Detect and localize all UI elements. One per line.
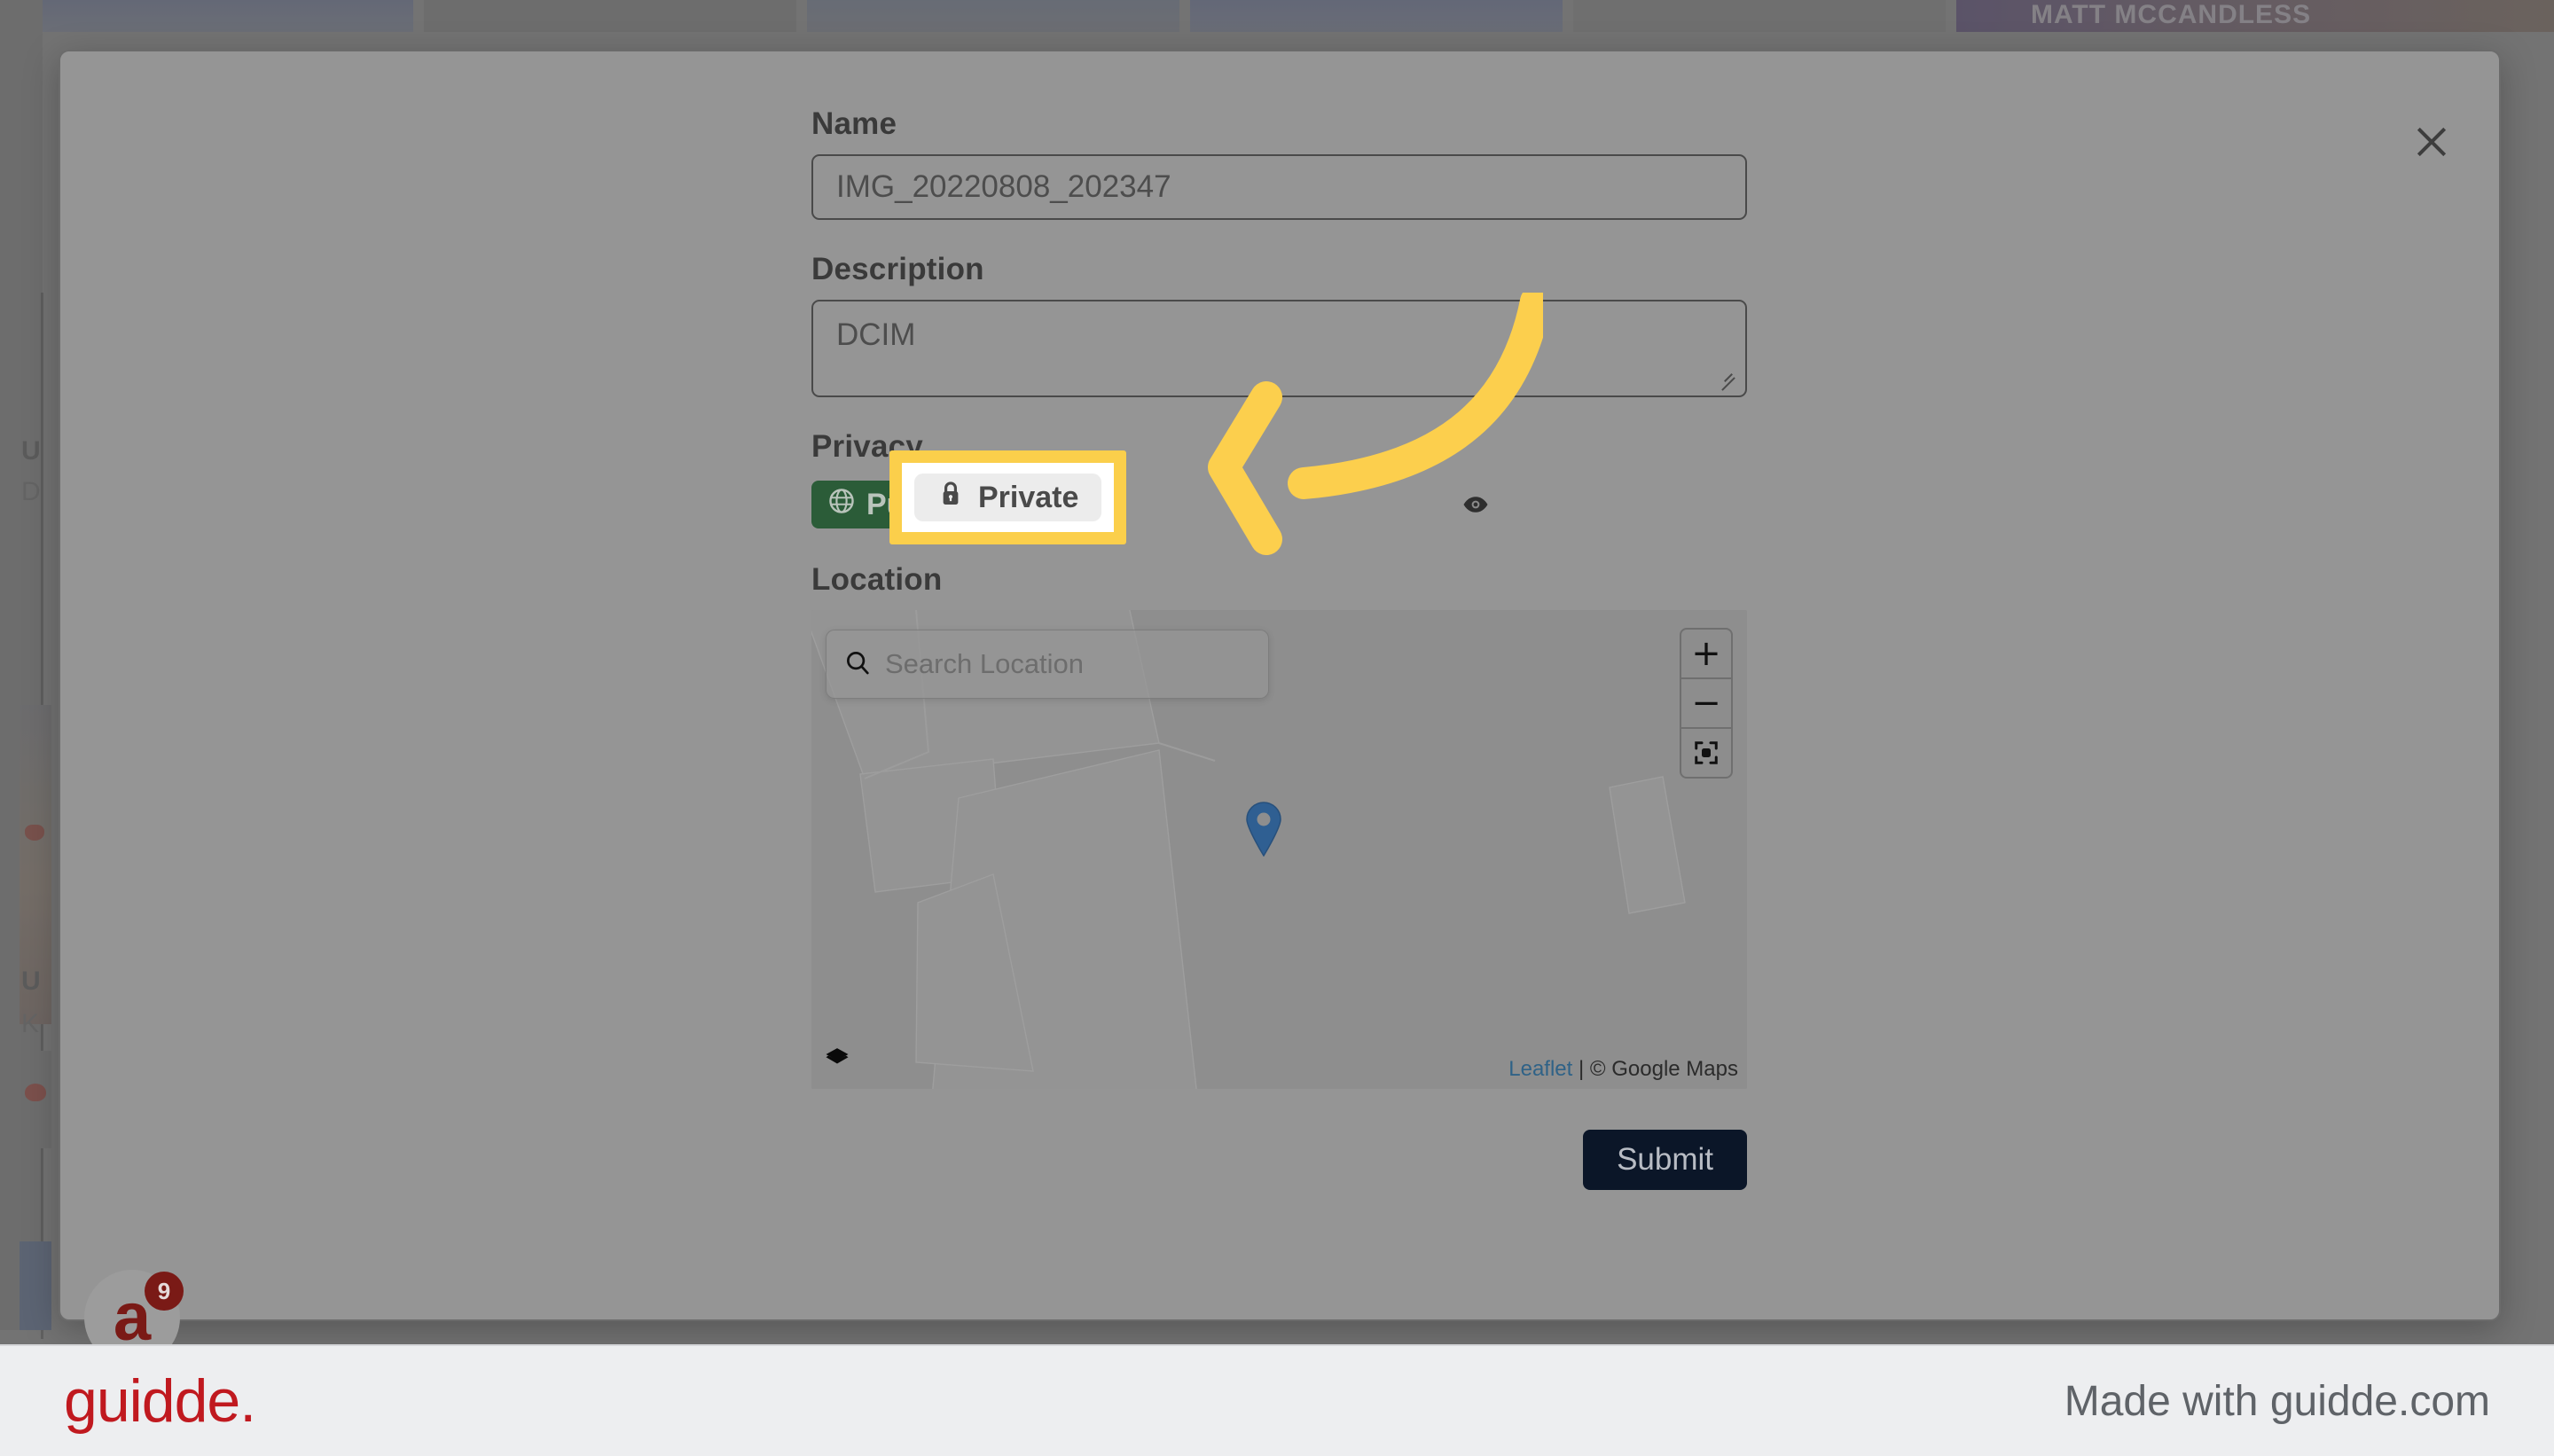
attribution-separator: |	[1572, 1057, 1590, 1081]
modal-form: Name Description Privacy Public	[811, 106, 1747, 1190]
description-wrapper	[811, 300, 1747, 397]
layers-icon[interactable]	[824, 1045, 850, 1076]
submit-button[interactable]: Submit	[1583, 1130, 1747, 1190]
close-icon[interactable]	[2407, 117, 2456, 167]
privacy-private-button[interactable]: Private	[914, 474, 1102, 521]
guidde-footer: guidde. Made with guidde.com	[0, 1344, 2554, 1456]
privacy-private-label: Private	[978, 480, 1079, 514]
location-map[interactable]: + −	[811, 610, 1747, 1089]
lock-icon	[937, 480, 964, 516]
eye-icon[interactable]	[1462, 495, 1489, 514]
map-zoom-controls: + −	[1680, 628, 1733, 779]
description-input[interactable]	[811, 300, 1747, 397]
map-attribution: Leaflet | © Google Maps	[1508, 1057, 1738, 1082]
location-label: Location	[811, 562, 943, 597]
privacy-toggle-group: Public Private	[811, 450, 1747, 544]
location-search-box[interactable]	[826, 630, 1269, 699]
notification-badge: 9	[145, 1272, 184, 1311]
attribution-text: © Google Maps	[1589, 1057, 1738, 1081]
submit-row: Submit	[811, 1130, 1747, 1190]
guidde-logo: guidde.	[64, 1367, 256, 1435]
map-pin-icon	[1244, 802, 1283, 861]
name-label: Name	[811, 106, 897, 141]
map-zoom-in-button[interactable]: +	[1681, 630, 1731, 679]
locate-icon[interactable]	[1681, 729, 1731, 777]
made-with-text: Made with guidde.com	[2064, 1377, 2490, 1425]
map-zoom-out-button[interactable]: −	[1681, 679, 1731, 729]
location-search-input[interactable]	[883, 647, 1250, 681]
guidde-highlight-box: Private	[889, 450, 1127, 544]
guidde-highlight-inner: Private	[902, 463, 1115, 532]
badge-count: 9	[157, 1277, 171, 1304]
description-label: Description	[811, 252, 984, 286]
leaflet-link[interactable]: Leaflet	[1508, 1057, 1572, 1081]
edit-media-modal: Name Description Privacy Public	[59, 50, 2501, 1321]
name-input[interactable]	[811, 154, 1747, 220]
globe-icon	[827, 487, 856, 523]
search-icon	[844, 649, 871, 680]
